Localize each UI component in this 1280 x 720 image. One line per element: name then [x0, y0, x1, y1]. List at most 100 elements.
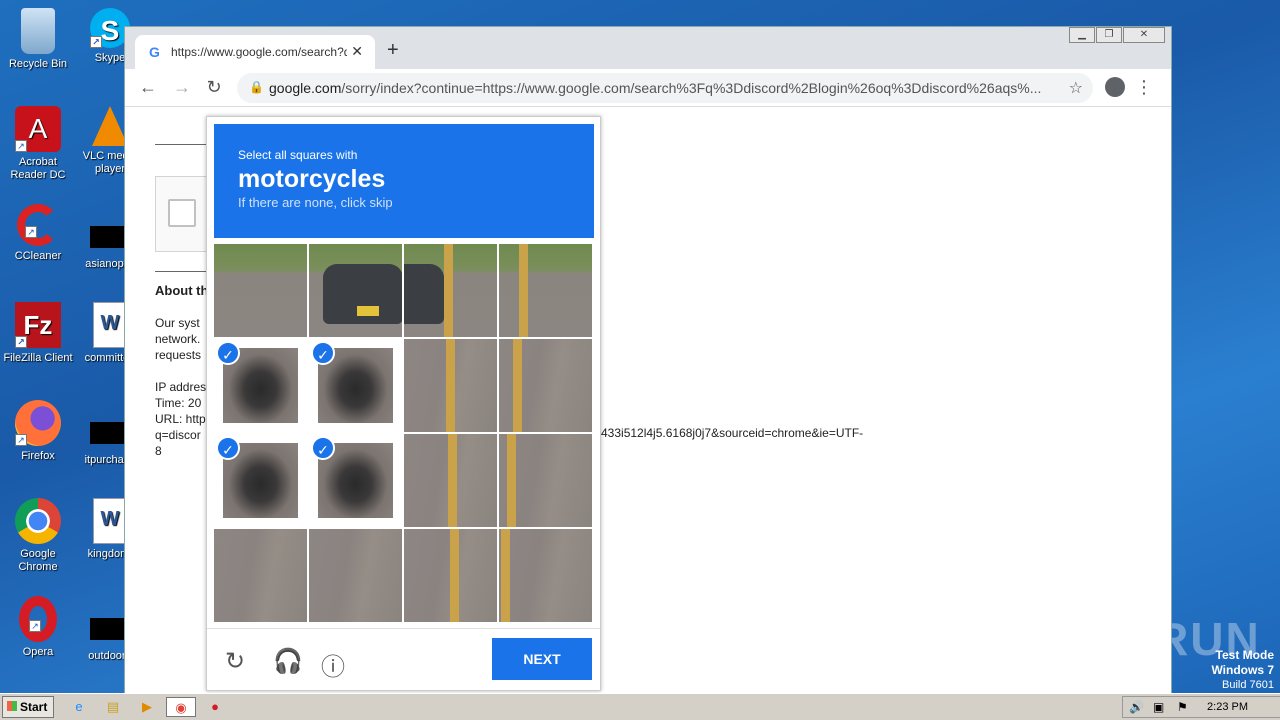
challenge-header: Select all squares with motorcycles If t…: [214, 124, 594, 238]
desktop-icon-label: Opera: [22, 646, 54, 658]
shortcut-arrow-icon: ↗: [25, 226, 37, 238]
tab-close-icon[interactable]: ✕: [351, 43, 363, 60]
desktop-icon-ccleaner[interactable]: ↗ CCleaner: [0, 204, 76, 263]
chrome-icon: [15, 498, 61, 544]
captcha-tile[interactable]: ✓: [214, 339, 307, 432]
tab-title: https://www.google.com/search?q=: [171, 45, 347, 59]
captcha-tile[interactable]: ✓: [309, 434, 402, 527]
lock-icon: 🔒: [249, 80, 264, 94]
license-plate: [357, 306, 379, 316]
captcha-tile[interactable]: [499, 244, 592, 337]
media-player-taskbar-icon[interactable]: ▶: [136, 697, 158, 717]
desktop-icon-label-line2: Chrome: [18, 561, 58, 573]
road-lane-marking: [507, 434, 516, 527]
test-mode-line3: Build 7601: [1222, 679, 1274, 691]
shortcut-arrow-icon: ↗: [90, 36, 102, 48]
captcha-tile[interactable]: [404, 339, 497, 432]
desktop-icon-label: FileZilla Client: [3, 352, 73, 364]
url-end: 8: [155, 444, 162, 458]
tile-selected-check-icon: ✓: [216, 341, 240, 365]
captcha-tile[interactable]: [499, 529, 592, 622]
opera-taskbar-icon[interactable]: ●: [204, 697, 226, 717]
acrobat-icon: A ↗: [15, 106, 61, 152]
captcha-tile[interactable]: ✓: [214, 434, 307, 527]
google-favicon-icon: G: [149, 44, 160, 60]
captcha-tile[interactable]: ✓: [309, 339, 402, 432]
forward-icon[interactable]: →: [171, 77, 193, 98]
speaker-icon[interactable]: 🔊: [1129, 700, 1144, 714]
window-controls: ▁ ❐ ✕: [1068, 27, 1165, 43]
road-lane-marking: [513, 339, 522, 432]
audio-challenge-icon[interactable]: 🎧: [273, 647, 303, 676]
menu-kebab-icon[interactable]: ⋮: [1135, 77, 1153, 98]
road-lane-marking: [519, 244, 528, 337]
action-center-flag-icon[interactable]: ⚑: [1177, 700, 1188, 714]
reload-challenge-icon[interactable]: ↻: [225, 647, 245, 676]
address-url: google.com/sorry/index?continue=https://…: [269, 80, 1059, 96]
url-label: URL: http: [155, 412, 206, 426]
desktop-icon-label: Google: [20, 548, 56, 560]
desktop-icon-chrome[interactable]: Google Chrome: [0, 498, 76, 574]
url-query: q=discor: [155, 428, 201, 442]
shortcut-arrow-icon: ↗: [15, 336, 27, 348]
ie-taskbar-icon[interactable]: e: [68, 697, 90, 717]
recaptcha-checkbox[interactable]: [168, 199, 196, 227]
about-heading: About th: [155, 283, 209, 298]
start-button[interactable]: Start: [2, 696, 54, 718]
road-lane-marking: [448, 434, 457, 527]
captcha-tile[interactable]: [404, 244, 497, 337]
address-bar[interactable]: 🔒 google.com/sorry/index?continue=https:…: [237, 73, 1093, 103]
start-label: Start: [20, 700, 48, 714]
road-lane-marking: [446, 339, 455, 432]
url-tail: 433i512l4j5.6168j0j7&sourceid=chrome&ie=…: [601, 426, 864, 440]
browser-tab[interactable]: G https://www.google.com/search?q= ✕: [135, 35, 375, 69]
captcha-tile[interactable]: [404, 529, 497, 622]
target-object: motorcycles: [238, 165, 386, 193]
paragraph-line: network.: [155, 332, 201, 346]
filezilla-icon: Fz ↗: [15, 302, 61, 348]
chrome-taskbar-icon[interactable]: ◉: [166, 697, 196, 717]
desktop-icon-filezilla[interactable]: Fz ↗ FileZilla Client: [0, 302, 76, 365]
captcha-tile[interactable]: [214, 244, 307, 337]
new-tab-icon[interactable]: +: [387, 39, 399, 62]
clock: 2:23 PM: [1207, 701, 1248, 713]
ip-address-label: IP addres: [155, 380, 207, 394]
desktop-icon-recycle-bin[interactable]: Recycle Bin: [0, 8, 76, 71]
restore-icon[interactable]: ❐: [1096, 27, 1122, 43]
road-lane-marking: [450, 529, 459, 622]
captcha-tile[interactable]: [309, 244, 402, 337]
skip-hint: If there are none, click skip: [238, 195, 393, 210]
tile-selected-check-icon: ✓: [216, 436, 240, 460]
recycle-bin-icon: [21, 8, 55, 54]
captcha-tile[interactable]: [404, 434, 497, 527]
desktop-icon-opera[interactable]: ↗ Opera: [0, 596, 76, 659]
captcha-tile[interactable]: [309, 529, 402, 622]
next-button[interactable]: NEXT: [492, 638, 592, 680]
tile-selected-check-icon: ✓: [311, 436, 335, 460]
captcha-tile[interactable]: [499, 434, 592, 527]
explorer-taskbar-icon[interactable]: ▤: [102, 697, 124, 717]
bookmark-star-icon[interactable]: ☆: [1069, 78, 1083, 98]
desktop-icon-firefox[interactable]: ↗ Firefox: [0, 400, 76, 463]
word-doc-icon: W: [93, 302, 127, 348]
firefox-icon: ↗: [15, 400, 61, 446]
time-label: Time: 20: [155, 396, 202, 410]
desktop-icon-acrobat[interactable]: A ↗ Acrobat Reader DC: [0, 106, 76, 182]
reload-icon[interactable]: ↻: [203, 77, 225, 98]
back-icon[interactable]: ←: [137, 77, 159, 98]
road-lane-marking: [444, 244, 453, 337]
desktop-icon-label: Acrobat: [19, 156, 57, 168]
minimize-icon[interactable]: ▁: [1069, 27, 1095, 43]
captcha-tile[interactable]: [499, 339, 592, 432]
desktop-icon-label: CCleaner: [14, 250, 62, 262]
captcha-tile[interactable]: [214, 529, 307, 622]
vlc-icon: [92, 106, 128, 146]
profile-avatar-icon[interactable]: [1105, 77, 1125, 97]
info-icon[interactable]: ⓘ: [321, 647, 345, 682]
network-icon[interactable]: ▣: [1153, 700, 1164, 714]
recaptcha-challenge: Select all squares with motorcycles If t…: [206, 116, 601, 691]
close-window-icon[interactable]: ✕: [1123, 27, 1165, 43]
shortcut-arrow-icon: ↗: [15, 140, 27, 152]
tab-strip: G https://www.google.com/search?q= ✕ + ▁…: [125, 27, 1171, 69]
shortcut-arrow-icon: ↗: [15, 434, 27, 446]
